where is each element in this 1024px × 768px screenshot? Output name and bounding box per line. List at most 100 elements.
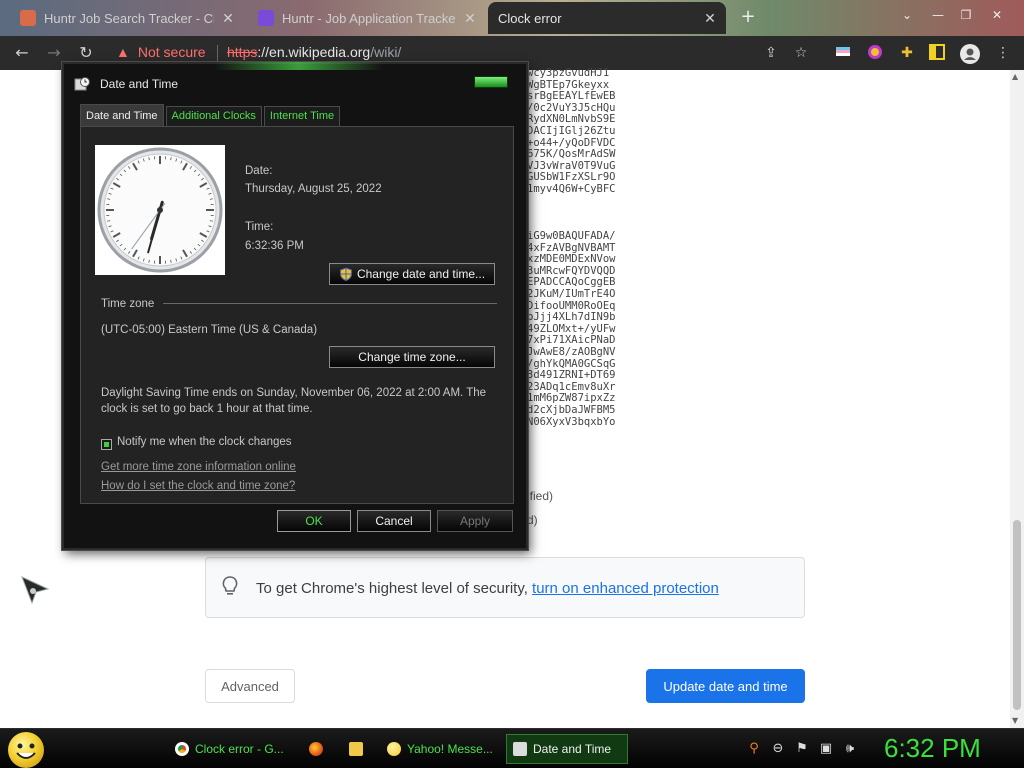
dst-notice-line2: clock is set to go back 1 hour at that t… xyxy=(101,403,313,415)
status-icon[interactable]: ⊖ xyxy=(770,741,786,757)
certificate-text-block: wcy3pzGvudHJ1 WgBTEp7Gkeyxx srBgEEAYLfEw… xyxy=(527,67,616,195)
analog-clock xyxy=(95,145,225,275)
tab-title: Clock error xyxy=(498,10,562,26)
date-label: Date: xyxy=(245,165,273,177)
huntr-favicon-icon xyxy=(20,10,36,26)
folder-icon xyxy=(349,742,363,756)
notify-label: Notify me when the clock changes xyxy=(117,436,292,448)
address-bar[interactable]: https://en.wikipedia.org/wiki/ xyxy=(227,44,401,60)
change-date-time-button[interactable]: Change date and time... xyxy=(329,263,495,285)
close-tab-icon[interactable]: ✕ xyxy=(702,10,718,27)
warning-triangle-icon: ▲ xyxy=(116,44,130,60)
dialog-close-button[interactable] xyxy=(474,76,508,88)
chrome-icon xyxy=(175,742,189,756)
tab-search-icon[interactable]: ⌄ xyxy=(898,4,916,26)
date-time-icon xyxy=(513,742,527,756)
enhanced-protection-text: To get Chrome's highest level of securit… xyxy=(256,580,533,597)
time-label: Time: xyxy=(245,221,274,233)
change-date-time-label: Change date and time... xyxy=(356,267,486,281)
network-icon[interactable]: ▣ xyxy=(818,741,834,757)
taskbar-item-firefox[interactable] xyxy=(302,734,328,764)
forward-arrow-icon[interactable]: → xyxy=(42,42,66,64)
menu-kebab-icon[interactable]: ⋮ xyxy=(994,44,1012,62)
url-scheme: https xyxy=(227,44,258,60)
clock-center xyxy=(157,207,163,213)
title-glow xyxy=(214,62,384,70)
change-time-zone-button[interactable]: Change time zone... xyxy=(329,346,495,368)
dialog-tabs: Date and Time Additional Clocks Internet… xyxy=(80,104,342,126)
yahoo-smiley-icon xyxy=(387,742,401,756)
restore-icon[interactable]: ❐ xyxy=(954,4,978,26)
search-icon[interactable]: ⚲ xyxy=(746,741,762,757)
profile-avatar-icon[interactable] xyxy=(960,44,980,64)
lightbulb-icon xyxy=(222,576,238,595)
tab-huntr-tracker[interactable]: Huntr Job Search Tracker - Chro ✕ xyxy=(12,2,244,34)
taskbar-item-label: Clock error - G... xyxy=(195,742,284,756)
volume-icon[interactable]: 🕪 xyxy=(842,741,858,757)
advanced-button[interactable]: Advanced xyxy=(205,669,295,703)
close-window-icon[interactable]: ✕ xyxy=(982,4,1012,26)
dialog-title: Date and Time xyxy=(100,77,179,91)
extensions-puzzle-icon[interactable]: ✚ xyxy=(898,44,916,62)
taskbar-item-date-time[interactable]: Date and Time xyxy=(506,734,628,764)
security-chip[interactable]: ▲ Not secure xyxy=(116,44,206,60)
taskbar-item-yahoo[interactable]: Yahoo! Messe... xyxy=(380,734,496,764)
tab-strip: Huntr Job Search Tracker - Chro ✕ Huntr … xyxy=(0,0,1024,36)
start-smiley-icon[interactable] xyxy=(8,732,44,768)
close-tab-icon[interactable]: ✕ xyxy=(462,10,478,27)
scroll-up-icon[interactable]: ▲ xyxy=(1012,72,1018,81)
tab-clock-error[interactable]: Clock error ✕ xyxy=(488,2,726,34)
sidebar-icon[interactable] xyxy=(928,44,946,62)
timezone-value: (UTC-05:00) Eastern Time (US & Canada) xyxy=(101,324,318,336)
taskbar-item-chrome[interactable]: Clock error - G... xyxy=(168,734,290,764)
action-center-flag-icon[interactable]: ⚑ xyxy=(794,741,810,757)
bookmark-star-icon[interactable]: ☆ xyxy=(792,44,810,62)
minimize-icon[interactable]: — xyxy=(926,4,950,26)
taskbar: Clock error - G... Yahoo! Messe... Date … xyxy=(0,728,1024,768)
back-arrow-icon[interactable]: ← xyxy=(10,42,34,64)
page-text-fragment: d) xyxy=(527,513,538,527)
enhanced-protection-link[interactable]: turn on enhanced protection xyxy=(532,580,719,597)
share-icon[interactable]: ⇪ xyxy=(762,44,780,62)
tab-date-and-time[interactable]: Date and Time xyxy=(80,104,164,126)
cancel-button[interactable]: Cancel xyxy=(357,510,431,532)
url-host: ://en.wikipedia.org xyxy=(257,44,371,60)
mouse-cursor-icon xyxy=(21,576,50,605)
scrollbar-thumb[interactable] xyxy=(1013,520,1021,710)
time-value: 6:32:36 PM xyxy=(245,240,304,252)
certificate-text-block: iG9w0BAQUFADA/ 4xFzAVBgNVBAMT xzMDE0MDEx… xyxy=(527,230,616,428)
notify-checkbox[interactable] xyxy=(101,439,112,450)
omnibox-divider xyxy=(217,45,218,61)
close-tab-icon[interactable]: ✕ xyxy=(220,10,236,27)
taskbar-item-explorer[interactable] xyxy=(342,734,368,764)
more-timezone-info-link[interactable]: Get more time zone information online xyxy=(101,461,296,473)
update-date-time-button[interactable]: Update date and time xyxy=(646,669,805,703)
tab-huntr-application[interactable]: Huntr - Job Application Tracker ✕ xyxy=(250,2,486,34)
ok-button[interactable]: OK xyxy=(277,510,351,532)
page-text-fragment: ified) xyxy=(527,489,554,503)
taskbar-clock[interactable]: 6:32 PM xyxy=(884,733,981,764)
how-to-set-clock-link[interactable]: How do I set the clock and time zone? xyxy=(101,480,295,492)
date-time-panel: Date: Thursday, August 25, 2022 Time: 6:… xyxy=(80,126,514,504)
timezone-heading: Time zone xyxy=(101,298,155,310)
url-path: /wiki/ xyxy=(370,44,402,60)
tab-title: Huntr - Job Application Tracker xyxy=(282,10,456,26)
extension-color-icon[interactable] xyxy=(866,44,884,62)
uac-shield-icon xyxy=(339,267,352,281)
not-secure-label: Not secure xyxy=(137,44,206,60)
dialog-titlebar[interactable]: Date and Time xyxy=(74,76,178,92)
new-tab-button[interactable]: + xyxy=(738,6,758,27)
reload-icon[interactable]: ↻ xyxy=(74,42,98,64)
tab-internet-time[interactable]: Internet Time xyxy=(263,106,341,126)
scroll-down-icon[interactable]: ▼ xyxy=(1012,716,1018,725)
extension-flag-icon[interactable] xyxy=(834,44,852,62)
tab-additional-clocks[interactable]: Additional Clocks xyxy=(165,106,262,126)
enhanced-protection-banner: To get Chrome's highest level of securit… xyxy=(205,557,805,618)
page-scrollbar[interactable]: ▲ ▼ xyxy=(1010,70,1024,728)
taskbar-item-label: Date and Time xyxy=(533,742,612,756)
date-time-dialog: Date and Time Date and Time Additional C… xyxy=(62,62,528,550)
apply-button[interactable]: Apply xyxy=(437,510,513,532)
firefox-icon xyxy=(309,742,323,756)
taskbar-item-label: Yahoo! Messe... xyxy=(407,742,493,756)
huntr-favicon-icon xyxy=(258,10,274,26)
